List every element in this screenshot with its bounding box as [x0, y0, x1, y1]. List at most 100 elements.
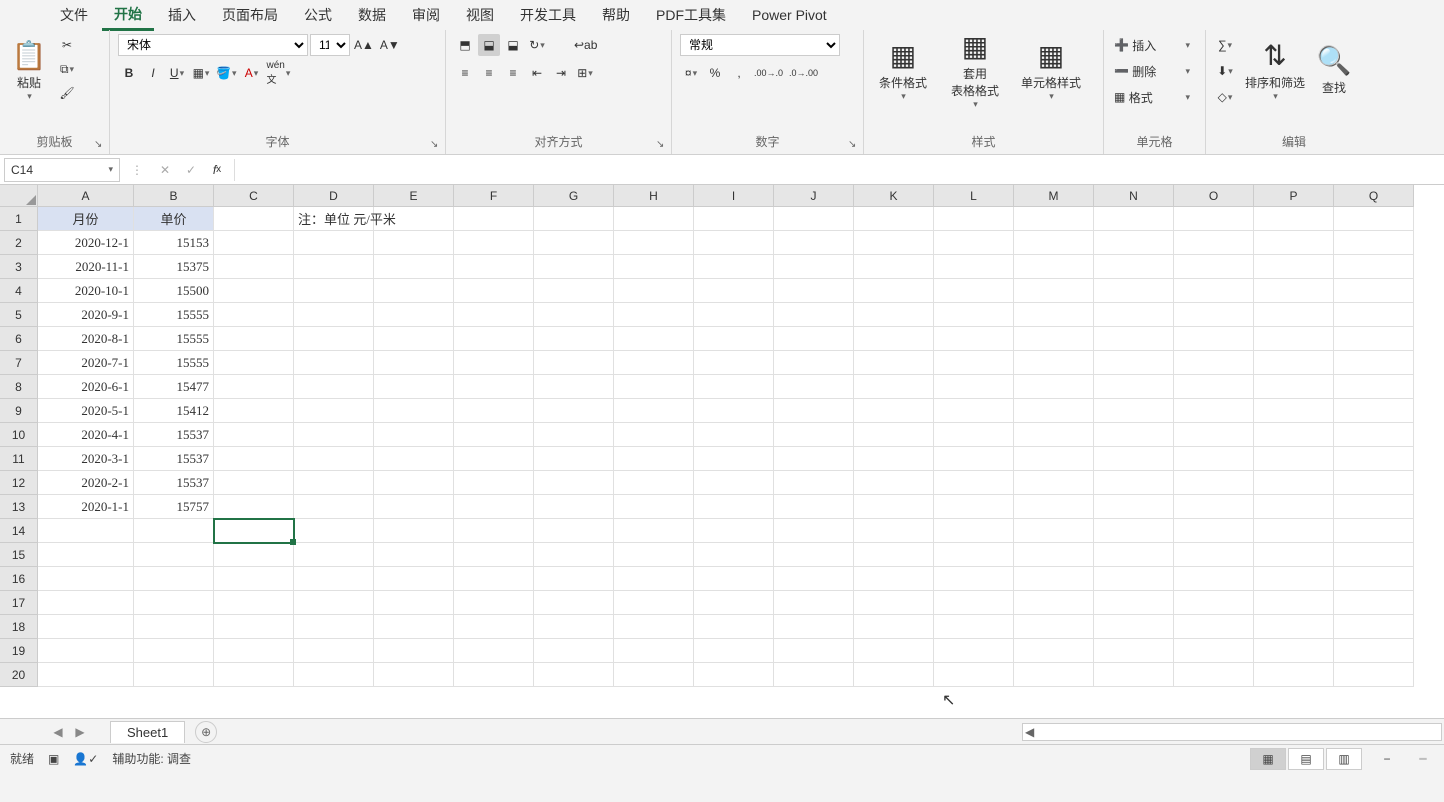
cell-B15[interactable] [134, 543, 214, 567]
cell-I10[interactable] [694, 423, 774, 447]
cell-O9[interactable] [1174, 399, 1254, 423]
cell-H16[interactable] [614, 567, 694, 591]
dialog-launcher-icon[interactable]: ↘ [94, 139, 106, 151]
cell-J3[interactable] [774, 255, 854, 279]
cell-D7[interactable] [294, 351, 374, 375]
row-header[interactable]: 5 [0, 303, 38, 327]
cell-H9[interactable] [614, 399, 694, 423]
row-header[interactable]: 16 [0, 567, 38, 591]
cell-F10[interactable] [454, 423, 534, 447]
row-header[interactable]: 3 [0, 255, 38, 279]
sheet-next-button[interactable]: ▶ [70, 722, 90, 742]
cell-B6[interactable]: 15555 [134, 327, 214, 351]
horizontal-scrollbar[interactable]: ◀ [1022, 723, 1442, 741]
cell-B8[interactable]: 15477 [134, 375, 214, 399]
cell-B17[interactable] [134, 591, 214, 615]
cell-B4[interactable]: 15500 [134, 279, 214, 303]
cell-A9[interactable]: 2020-5-1 [38, 399, 134, 423]
cell-F3[interactable] [454, 255, 534, 279]
col-header[interactable]: B [134, 185, 214, 207]
cell-I15[interactable] [694, 543, 774, 567]
cell-N10[interactable] [1094, 423, 1174, 447]
cell-Q15[interactable] [1334, 543, 1414, 567]
col-header[interactable]: I [694, 185, 774, 207]
cell-C13[interactable] [214, 495, 294, 519]
copy-button[interactable]: ⧉▾ [56, 58, 78, 80]
cell-M13[interactable] [1014, 495, 1094, 519]
cell-H4[interactable] [614, 279, 694, 303]
cell-H20[interactable] [614, 663, 694, 687]
cell-C15[interactable] [214, 543, 294, 567]
cell-B3[interactable]: 15375 [134, 255, 214, 279]
currency-button[interactable]: ¤▾ [680, 62, 702, 84]
cell-N20[interactable] [1094, 663, 1174, 687]
cell-K15[interactable] [854, 543, 934, 567]
col-header[interactable]: M [1014, 185, 1094, 207]
cell-J17[interactable] [774, 591, 854, 615]
cell-D19[interactable] [294, 639, 374, 663]
row-header[interactable]: 19 [0, 639, 38, 663]
cell-H11[interactable] [614, 447, 694, 471]
cell-E12[interactable] [374, 471, 454, 495]
cell-J10[interactable] [774, 423, 854, 447]
cell-I17[interactable] [694, 591, 774, 615]
cell-A8[interactable]: 2020-6-1 [38, 375, 134, 399]
cell-N13[interactable] [1094, 495, 1174, 519]
cell-M19[interactable] [1014, 639, 1094, 663]
cell-E4[interactable] [374, 279, 454, 303]
cell-A16[interactable] [38, 567, 134, 591]
cell-G2[interactable] [534, 231, 614, 255]
fx-button[interactable]: fx [206, 159, 228, 181]
formula-input[interactable] [241, 158, 1440, 182]
cell-C10[interactable] [214, 423, 294, 447]
cell-A12[interactable]: 2020-2-1 [38, 471, 134, 495]
cell-K7[interactable] [854, 351, 934, 375]
cell-F17[interactable] [454, 591, 534, 615]
cell-E3[interactable] [374, 255, 454, 279]
cell-K13[interactable] [854, 495, 934, 519]
cell-B13[interactable]: 15757 [134, 495, 214, 519]
cell-Q1[interactable] [1334, 207, 1414, 231]
cell-N16[interactable] [1094, 567, 1174, 591]
cell-O2[interactable] [1174, 231, 1254, 255]
increase-indent-button[interactable]: ⇥ [550, 62, 572, 84]
cell-I5[interactable] [694, 303, 774, 327]
name-box[interactable]: C14 ▾ [4, 158, 120, 182]
cell-G18[interactable] [534, 615, 614, 639]
cell-A5[interactable]: 2020-9-1 [38, 303, 134, 327]
ribbon-tab-9[interactable]: 帮助 [590, 1, 642, 29]
cell-E2[interactable] [374, 231, 454, 255]
cell-L6[interactable] [934, 327, 1014, 351]
cell-O17[interactable] [1174, 591, 1254, 615]
cell-B16[interactable] [134, 567, 214, 591]
cell-D5[interactable] [294, 303, 374, 327]
zoom-in-button[interactable]: ━ [1412, 748, 1434, 770]
cell-P18[interactable] [1254, 615, 1334, 639]
cell-L10[interactable] [934, 423, 1014, 447]
col-header[interactable]: E [374, 185, 454, 207]
cell-K10[interactable] [854, 423, 934, 447]
cell-H17[interactable] [614, 591, 694, 615]
find-select-button[interactable]: 🔍 查找 [1314, 34, 1354, 106]
cell-L3[interactable] [934, 255, 1014, 279]
cell-E10[interactable] [374, 423, 454, 447]
cell-L5[interactable] [934, 303, 1014, 327]
cell-I18[interactable] [694, 615, 774, 639]
cell-F5[interactable] [454, 303, 534, 327]
cell-H15[interactable] [614, 543, 694, 567]
cell-M5[interactable] [1014, 303, 1094, 327]
cell-D3[interactable] [294, 255, 374, 279]
align-bottom-button[interactable]: ⬓ [502, 34, 524, 56]
col-header[interactable]: G [534, 185, 614, 207]
cell-H1[interactable] [614, 207, 694, 231]
cells-area[interactable]: 月份单价注：单位 元/平米2020-12-1151532020-11-11537… [38, 207, 1414, 687]
align-middle-button[interactable]: ⬓ [478, 34, 500, 56]
cell-Q17[interactable] [1334, 591, 1414, 615]
delete-cells-button[interactable]: ➖ 删除▾ [1112, 60, 1192, 82]
cell-K14[interactable] [854, 519, 934, 543]
cell-P11[interactable] [1254, 447, 1334, 471]
col-header[interactable]: K [854, 185, 934, 207]
enter-formula-button[interactable]: ✓ [180, 159, 202, 181]
orientation-button[interactable]: ↻▾ [526, 34, 548, 56]
cell-N19[interactable] [1094, 639, 1174, 663]
